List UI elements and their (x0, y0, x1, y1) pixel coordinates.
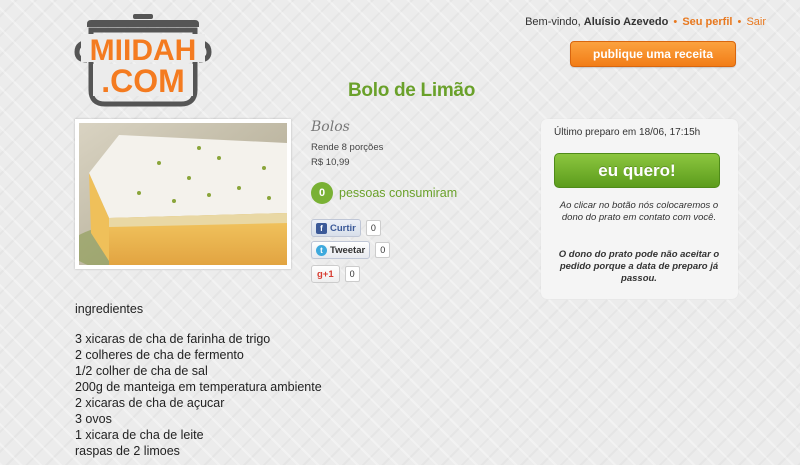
facebook-like-button[interactable]: f Curtir (311, 219, 361, 237)
google-plus-count: 0 (344, 266, 360, 282)
ingredient-item: raspas de 2 limoes (75, 444, 180, 458)
ingredient-item: 2 xicaras de cha de açucar (75, 396, 225, 410)
logo-text-line2: .COM (101, 63, 185, 99)
tweet-button[interactable]: t Tweetar (311, 241, 371, 259)
dish-photo (75, 119, 291, 269)
logout-link[interactable]: Sair (746, 16, 766, 28)
gplus-widget: g+1 0 (311, 265, 360, 283)
cake-image (79, 123, 287, 265)
username: Aluísio Azevedo (583, 16, 669, 28)
ingredient-item: 200g de manteiga em temperatura ambiente (75, 380, 322, 394)
contact-note: Ao clicar no botão nós colocaremos o don… (559, 200, 719, 223)
twitter-bird-icon: t (316, 244, 327, 256)
order-panel: Último preparo em 18/06, 17:15h eu quero… (541, 119, 738, 299)
pot-logo-icon: MIIDAH .COM (74, 14, 212, 107)
dish-price: R$ 10,99 (311, 157, 350, 168)
dish-category[interactable]: Bolos (311, 119, 350, 135)
separator-dot: • (673, 16, 678, 28)
google-plus-icon: g+1 (317, 268, 334, 280)
ingredients-heading: ingredientes (75, 302, 144, 316)
ingredients-list: 3 xicaras de cha de farinha de trigo 2 c… (75, 331, 322, 459)
google-plus-button[interactable]: g+1 (311, 265, 340, 283)
user-bar: Bem-vindo, Aluísio Azevedo • Seu perfil … (525, 16, 766, 28)
tweet-count: 0 (375, 242, 391, 258)
consumed-label: pessoas consumiram (339, 186, 458, 200)
ingredient-item: 2 colheres de cha de fermento (75, 348, 244, 362)
facebook-icon: f (316, 222, 327, 234)
ingredient-item: 3 xicaras de cha de farinha de trigo (75, 332, 271, 346)
want-it-button[interactable]: eu quero! (554, 153, 720, 188)
facebook-like-label: Curtir (330, 222, 356, 234)
date-warning: O dono do prato pode não aceitar o pedid… (558, 249, 720, 284)
publish-recipe-button[interactable]: publique uma receita (570, 41, 736, 67)
consumed-counter: 0 pessoas consumiram (311, 182, 457, 204)
ingredient-item: 1/2 colher de cha de sal (75, 364, 208, 378)
profile-link[interactable]: Seu perfil (682, 16, 732, 28)
greeting-text: Bem-vindo, (525, 16, 581, 28)
facebook-like-widget: f Curtir 0 (311, 219, 381, 237)
tweet-label: Tweetar (330, 244, 366, 256)
dish-serves: Rende 8 porções (311, 142, 384, 153)
site-logo[interactable]: MIIDAH .COM (73, 12, 213, 107)
facebook-like-count: 0 (365, 220, 381, 236)
consumed-count-badge: 0 (311, 182, 333, 204)
ingredient-item: 3 ovos (75, 412, 112, 426)
page-title: Bolo de Limão (348, 80, 475, 101)
last-preparation-date: Último preparo em 18/06, 17:15h (554, 127, 701, 138)
twitter-widget: t Tweetar 0 (311, 241, 391, 259)
ingredient-item: 1 xicara de cha de leite (75, 428, 204, 442)
separator-dot: • (737, 16, 742, 28)
